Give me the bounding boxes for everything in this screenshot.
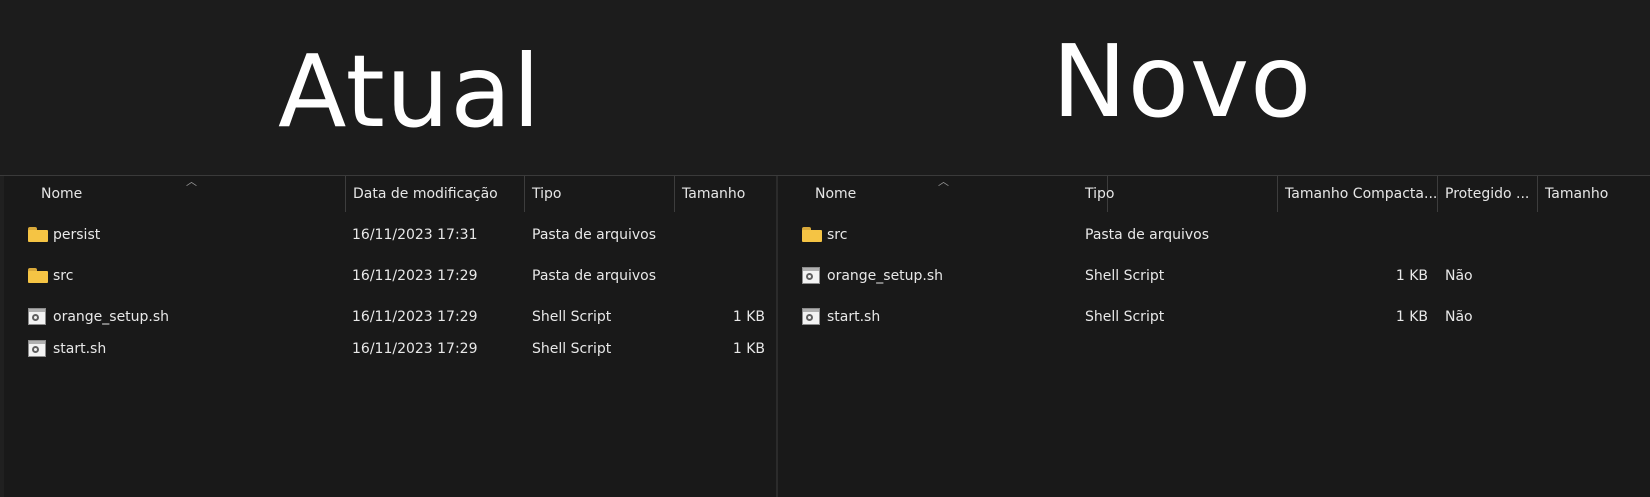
comparison-headings: Atual Novo: [0, 0, 1650, 175]
shell-script-icon: [28, 340, 46, 357]
file-modified: 16/11/2023 17:29: [352, 268, 478, 284]
file-type: Shell Script: [532, 309, 612, 325]
file-name: start.sh: [827, 309, 881, 325]
file-compressed-size: [1278, 223, 1428, 247]
file-row[interactable]: src 16/11/2023 17:29 Pasta de arquivos: [0, 264, 776, 288]
folder-icon: [802, 227, 822, 242]
file-compressed-size: 1 KB: [1395, 309, 1428, 325]
column-header-label: Tipo: [1085, 186, 1115, 202]
file-type: Shell Script: [1085, 268, 1165, 284]
file-name: orange_setup.sh: [53, 309, 170, 325]
column-header-label: Data de modificação: [353, 186, 498, 202]
file-name: orange_setup.sh: [827, 268, 944, 284]
column-header-protected[interactable]: Protegido ...: [1438, 176, 1538, 212]
column-header-label: Tamanho: [682, 186, 746, 202]
file-row[interactable]: start.sh Shell Script 1 KB Não: [778, 305, 1650, 329]
column-header-size[interactable]: Tamanho: [675, 176, 775, 212]
file-row[interactable]: orange_setup.sh Shell Script 1 KB Não: [778, 264, 1650, 288]
column-header-label: Protegido ...: [1445, 186, 1530, 202]
column-header-label: Tamanho: [1545, 186, 1609, 202]
file-type: Pasta de arquivos: [532, 227, 657, 243]
right-file-list-pane: ︿ Nome Tipo Tamanho Compacta... Protegid…: [778, 176, 1650, 497]
folder-icon: [28, 268, 48, 283]
file-name: src: [53, 268, 74, 284]
file-size: 1 KB: [732, 309, 765, 325]
file-name: start.sh: [53, 341, 107, 357]
file-modified: 16/11/2023 17:29: [352, 341, 478, 357]
column-header-modified[interactable]: Data de modificação: [346, 176, 525, 212]
file-compressed-size: 1 KB: [1395, 268, 1428, 284]
file-protected: Não: [1445, 309, 1473, 325]
file-row[interactable]: start.sh 16/11/2023 17:29 Shell Script 1…: [0, 337, 776, 361]
column-header-label: Nome: [41, 186, 83, 202]
shell-script-icon: [802, 308, 820, 325]
file-modified: 16/11/2023 17:29: [352, 309, 478, 325]
column-header-type[interactable]: Tipo: [1078, 176, 1278, 212]
file-row[interactable]: src Pasta de arquivos: [778, 223, 1650, 247]
file-size: [675, 264, 765, 288]
shell-script-icon: [802, 267, 820, 284]
file-type: Pasta de arquivos: [1085, 227, 1210, 243]
column-header-label: Nome: [815, 186, 857, 202]
heading-atual: Atual: [278, 33, 542, 150]
file-type: Pasta de arquivos: [532, 268, 657, 284]
file-name: src: [827, 227, 848, 243]
left-file-list-pane: ︿ Nome Data de modificação Tipo Tamanho …: [0, 176, 776, 497]
heading-novo: Novo: [1052, 23, 1313, 140]
column-header-name[interactable]: Nome: [808, 176, 1108, 212]
file-row[interactable]: persist 16/11/2023 17:31 Pasta de arquiv…: [0, 223, 776, 247]
column-header-label: Tipo: [532, 186, 562, 202]
file-modified: 16/11/2023 17:31: [352, 227, 478, 243]
column-header-compressed-size[interactable]: Tamanho Compacta...: [1278, 176, 1438, 212]
folder-icon: [28, 227, 48, 242]
column-header-name[interactable]: Nome: [34, 176, 346, 212]
column-header-type[interactable]: Tipo: [525, 176, 675, 212]
file-type: Shell Script: [1085, 309, 1165, 325]
column-header-size[interactable]: Tamanho: [1538, 176, 1650, 212]
column-header-label: Tamanho Compacta...: [1285, 186, 1438, 202]
file-type: Shell Script: [532, 341, 612, 357]
file-row[interactable]: orange_setup.sh 16/11/2023 17:29 Shell S…: [0, 305, 776, 329]
file-size: 1 KB: [732, 341, 765, 357]
file-size: [675, 223, 765, 247]
file-name: persist: [53, 227, 101, 243]
file-protected: Não: [1445, 268, 1473, 284]
shell-script-icon: [28, 308, 46, 325]
